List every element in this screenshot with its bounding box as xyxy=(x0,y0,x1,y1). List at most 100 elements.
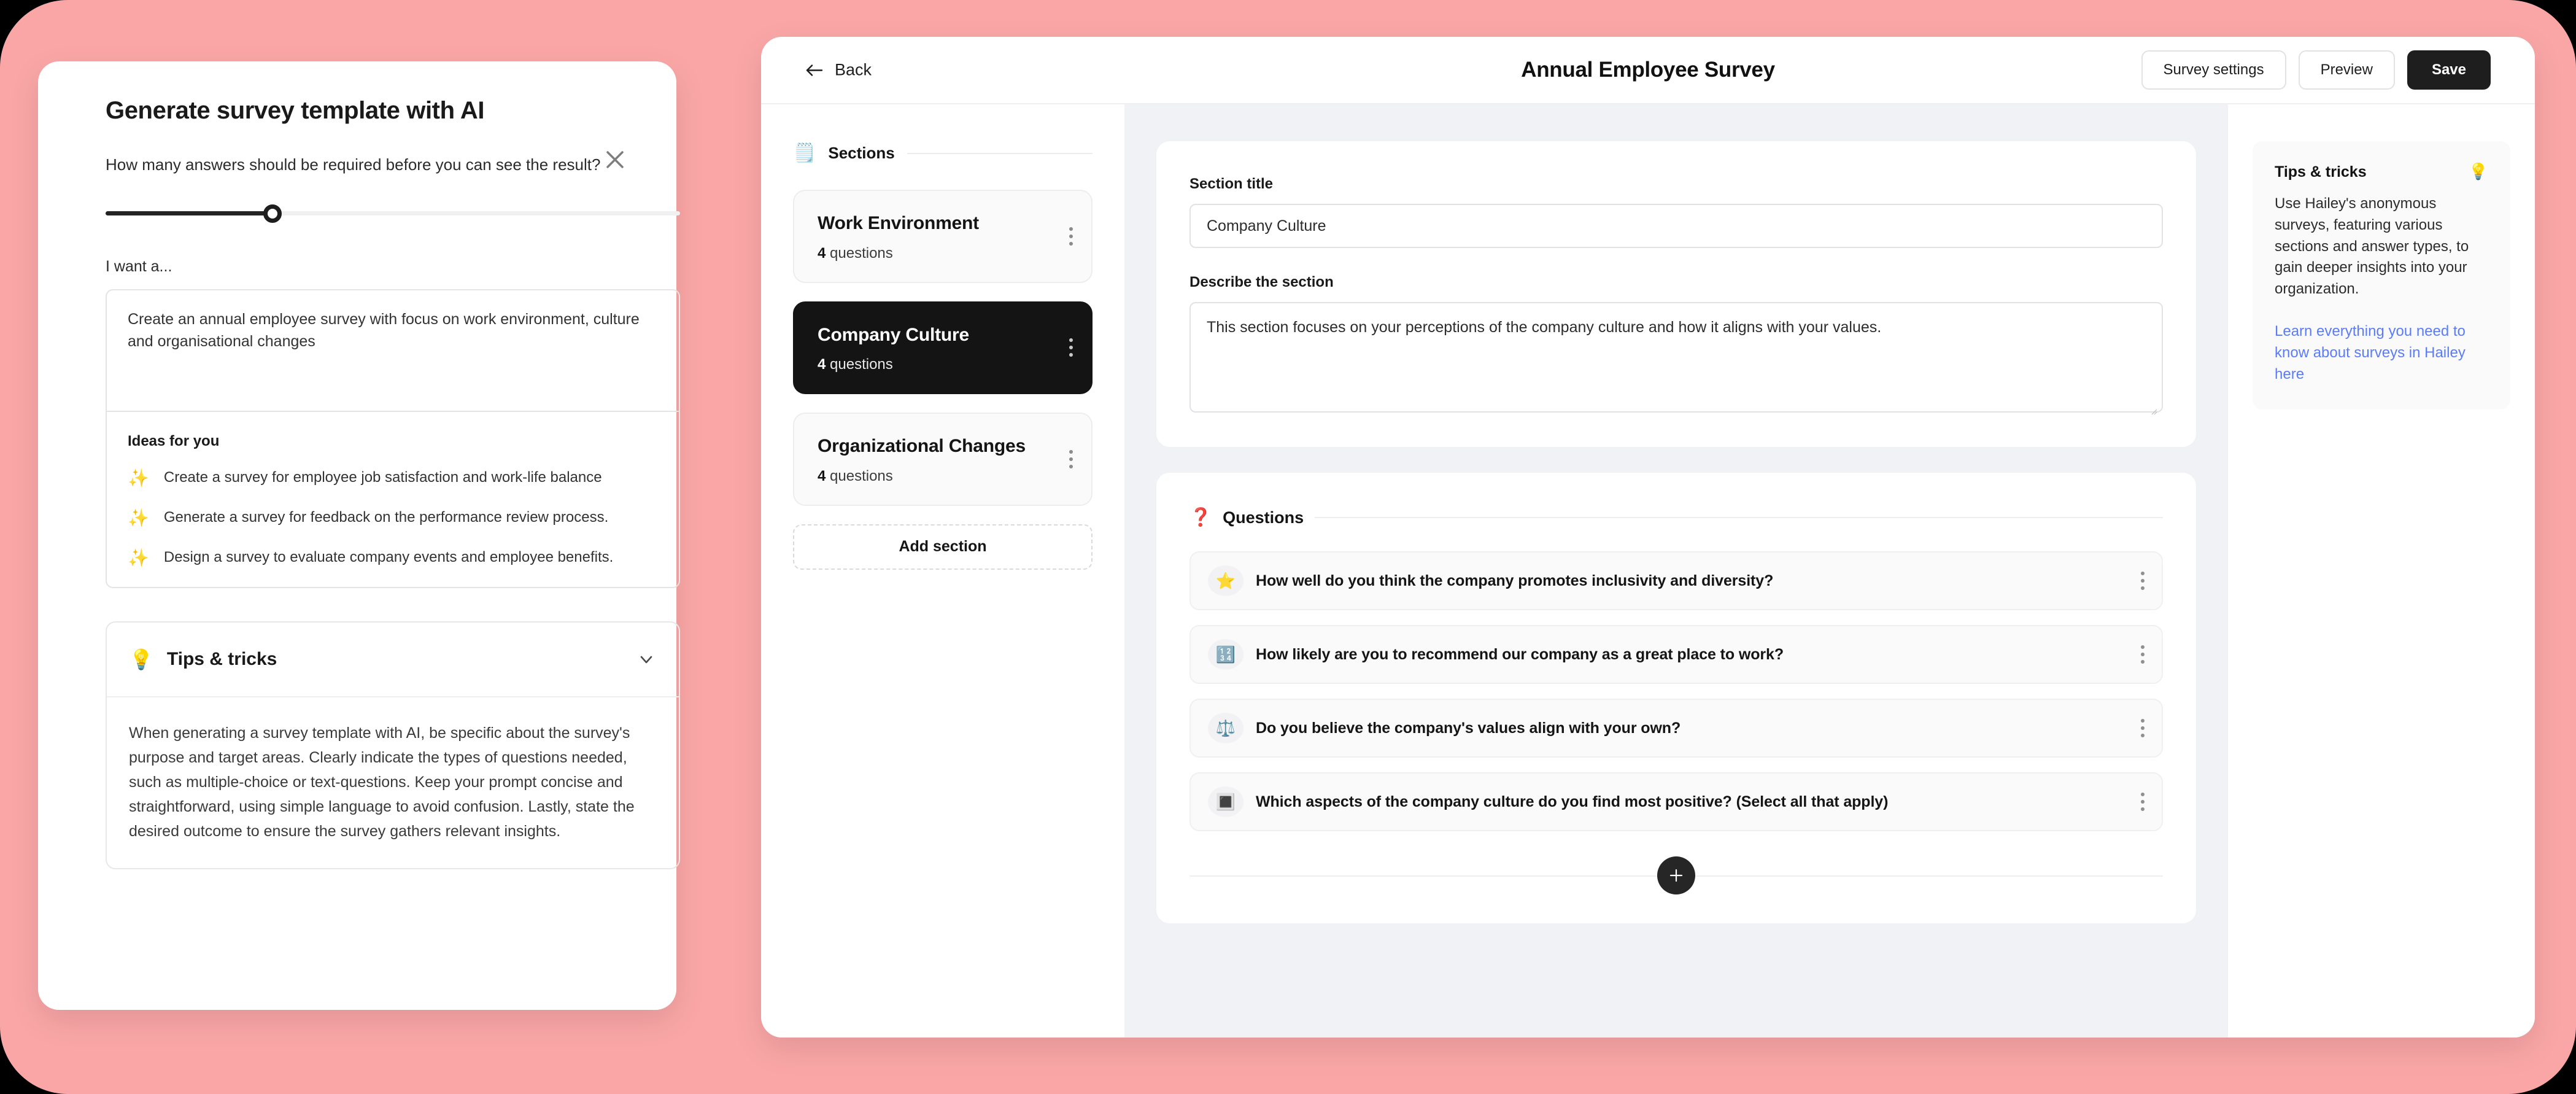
idea-suggestion-3[interactable]: ✨ Design a survey to evaluate company ev… xyxy=(128,547,658,568)
section-question-count: 4 questions xyxy=(818,468,1068,485)
tips-panel-title: Tips & tricks xyxy=(2275,163,2367,180)
tips-learn-more-link[interactable]: Learn everything you need to know about … xyxy=(2275,321,2488,385)
slider-thumb[interactable] xyxy=(263,204,282,223)
more-vertical-icon[interactable] xyxy=(1068,449,1074,468)
answers-required-slider[interactable] xyxy=(106,203,680,223)
survey-settings-button[interactable]: Survey settings xyxy=(2141,50,2286,90)
divider xyxy=(907,152,1093,154)
tips-accordion-header[interactable]: 💡 Tips & tricks xyxy=(107,623,679,697)
lightbulb-icon: 💡 xyxy=(2468,162,2488,180)
section-question-count-unit: questions xyxy=(830,467,893,484)
add-question-area xyxy=(1189,856,2163,895)
section-name: Company Culture xyxy=(818,324,970,345)
add-section-button[interactable]: Add section xyxy=(793,524,1093,570)
sparkles-icon: ✨ xyxy=(128,508,149,527)
sections-panel: 🗒️ Sections Work Environment 4 questions… xyxy=(761,104,1124,1038)
idea-suggestion-text: Design a survey to evaluate company even… xyxy=(163,549,614,565)
ideas-panel: Ideas for you ✨ Create a survey for empl… xyxy=(106,411,680,588)
notepad-icon: 🗒️ xyxy=(793,143,816,163)
number-scale-icon: 🔢 xyxy=(1208,639,1244,670)
star-rating-icon: ⭐ xyxy=(1208,565,1244,596)
chevron-down-icon[interactable] xyxy=(636,649,657,670)
sparkles-icon: ✨ xyxy=(128,548,149,567)
section-details-card: Section title Company Culture Describe t… xyxy=(1156,141,2196,447)
section-question-count-number: 4 xyxy=(818,244,826,262)
questions-heading: ❓ Questions xyxy=(1189,507,2163,528)
sections-heading: 🗒️ Sections xyxy=(793,142,1093,164)
more-vertical-icon[interactable] xyxy=(2141,645,2145,664)
section-editor: Section title Company Culture Describe t… xyxy=(1124,104,2228,1038)
sidebar-section-company-culture[interactable]: Company Culture 4 questions xyxy=(793,301,1093,394)
tips-sidebar: Tips & tricks 💡 Use Hailey's anonymous s… xyxy=(2228,104,2535,1038)
section-question-count-number: 4 xyxy=(818,467,826,484)
slider-fill xyxy=(106,211,273,215)
resize-handle-icon[interactable] xyxy=(2150,400,2157,415)
tips-panel-body: Use Hailey's anonymous surveys, featurin… xyxy=(2275,195,2469,298)
questions-heading-label: Questions xyxy=(1223,508,1304,527)
arrow-left-icon xyxy=(805,63,824,77)
more-vertical-icon[interactable] xyxy=(1068,338,1074,357)
page-title: Annual Employee Survey xyxy=(1521,58,1775,82)
ai-modal-tips-card: 💡 Tips & tricks When generating a survey… xyxy=(106,621,680,869)
lightbulb-icon: 💡 xyxy=(129,648,153,670)
page-root: Generate survey template with AI How man… xyxy=(0,0,2576,1094)
question-text: How likely are you to recommend our comp… xyxy=(1256,645,1784,663)
section-title-input[interactable]: Company Culture xyxy=(1189,204,2163,248)
prompt-input[interactable]: Create an annual employee survey with fo… xyxy=(106,289,680,411)
back-label: Back xyxy=(835,60,872,79)
question-text: Which aspects of the company culture do … xyxy=(1256,793,1889,810)
ai-generate-modal: Generate survey template with AI How man… xyxy=(38,61,680,1010)
balance-scale-icon: ⚖️ xyxy=(1208,713,1244,743)
save-button[interactable]: Save xyxy=(2407,50,2491,90)
question-mark-icon: ❓ xyxy=(1189,508,1212,527)
prompt-label: I want a... xyxy=(106,258,172,275)
app-topbar: Back Annual Employee Survey Survey setti… xyxy=(761,37,2535,104)
describe-section-textarea[interactable]: This section focuses on your perceptions… xyxy=(1189,302,2163,415)
describe-section-value: This section focuses on your perceptions… xyxy=(1207,319,1882,336)
idea-suggestion-text: Generate a survey for feedback on the pe… xyxy=(163,509,609,526)
more-vertical-icon[interactable] xyxy=(2141,572,2145,590)
section-question-count-unit: questions xyxy=(830,356,893,373)
question-row[interactable]: 🔳 Which aspects of the company culture d… xyxy=(1189,772,2163,831)
section-question-count: 4 questions xyxy=(818,356,1068,373)
ai-modal-title: Generate survey template with AI xyxy=(106,97,485,124)
answers-required-question: How many answers should be required befo… xyxy=(106,155,601,174)
sections-heading-label: Sections xyxy=(828,144,895,162)
more-vertical-icon[interactable] xyxy=(2141,719,2145,737)
idea-suggestion-2[interactable]: ✨ Generate a survey for feedback on the … xyxy=(128,507,658,529)
tips-title: Tips & tricks xyxy=(166,649,277,669)
question-row[interactable]: 🔢 How likely are you to recommend our co… xyxy=(1189,625,2163,684)
question-row[interactable]: ⚖️ Do you believe the company's values a… xyxy=(1189,699,2163,758)
section-question-count: 4 questions xyxy=(818,245,1068,262)
question-text: Do you believe the company's values alig… xyxy=(1256,719,1681,737)
section-title-label: Section title xyxy=(1189,176,1274,192)
survey-editor-window: Back Annual Employee Survey Survey setti… xyxy=(761,37,2535,1038)
section-name: Organizational Changes xyxy=(818,436,1026,456)
section-question-count-unit: questions xyxy=(830,244,893,262)
question-row[interactable]: ⭐ How well do you think the company prom… xyxy=(1189,551,2163,610)
sparkles-icon: ✨ xyxy=(128,468,149,487)
sidebar-section-work-environment[interactable]: Work Environment 4 questions xyxy=(793,190,1093,283)
tips-panel-header: Tips & tricks 💡 xyxy=(2275,163,2488,181)
idea-suggestion-1[interactable]: ✨ Create a survey for employee job satis… xyxy=(128,467,658,489)
add-question-button[interactable] xyxy=(1657,856,1695,894)
sidebar-section-organizational-changes[interactable]: Organizational Changes 4 questions xyxy=(793,413,1093,506)
section-name: Work Environment xyxy=(818,213,979,233)
question-text: How well do you think the company promot… xyxy=(1256,572,1774,589)
checkbox-icon: 🔳 xyxy=(1208,786,1244,817)
tips-body-text: When generating a survey template with A… xyxy=(129,724,635,840)
ideas-title: Ideas for you xyxy=(128,433,220,449)
divider xyxy=(1315,517,2163,518)
idea-suggestion-text: Create a survey for employee job satisfa… xyxy=(163,469,602,486)
topbar-actions: Survey settings Preview Save xyxy=(2141,50,2491,90)
section-question-count-number: 4 xyxy=(818,356,826,373)
workspace: 🗒️ Sections Work Environment 4 questions… xyxy=(761,104,2535,1038)
back-button[interactable]: Back xyxy=(805,61,872,80)
more-vertical-icon[interactable] xyxy=(2141,793,2145,811)
tips-panel: Tips & tricks 💡 Use Hailey's anonymous s… xyxy=(2253,141,2510,410)
questions-card: ❓ Questions ⭐ How well do you think the … xyxy=(1156,473,2196,923)
more-vertical-icon[interactable] xyxy=(1068,227,1074,246)
preview-button[interactable]: Preview xyxy=(2298,50,2395,90)
describe-section-label: Describe the section xyxy=(1189,274,1334,290)
close-icon[interactable] xyxy=(597,141,633,178)
